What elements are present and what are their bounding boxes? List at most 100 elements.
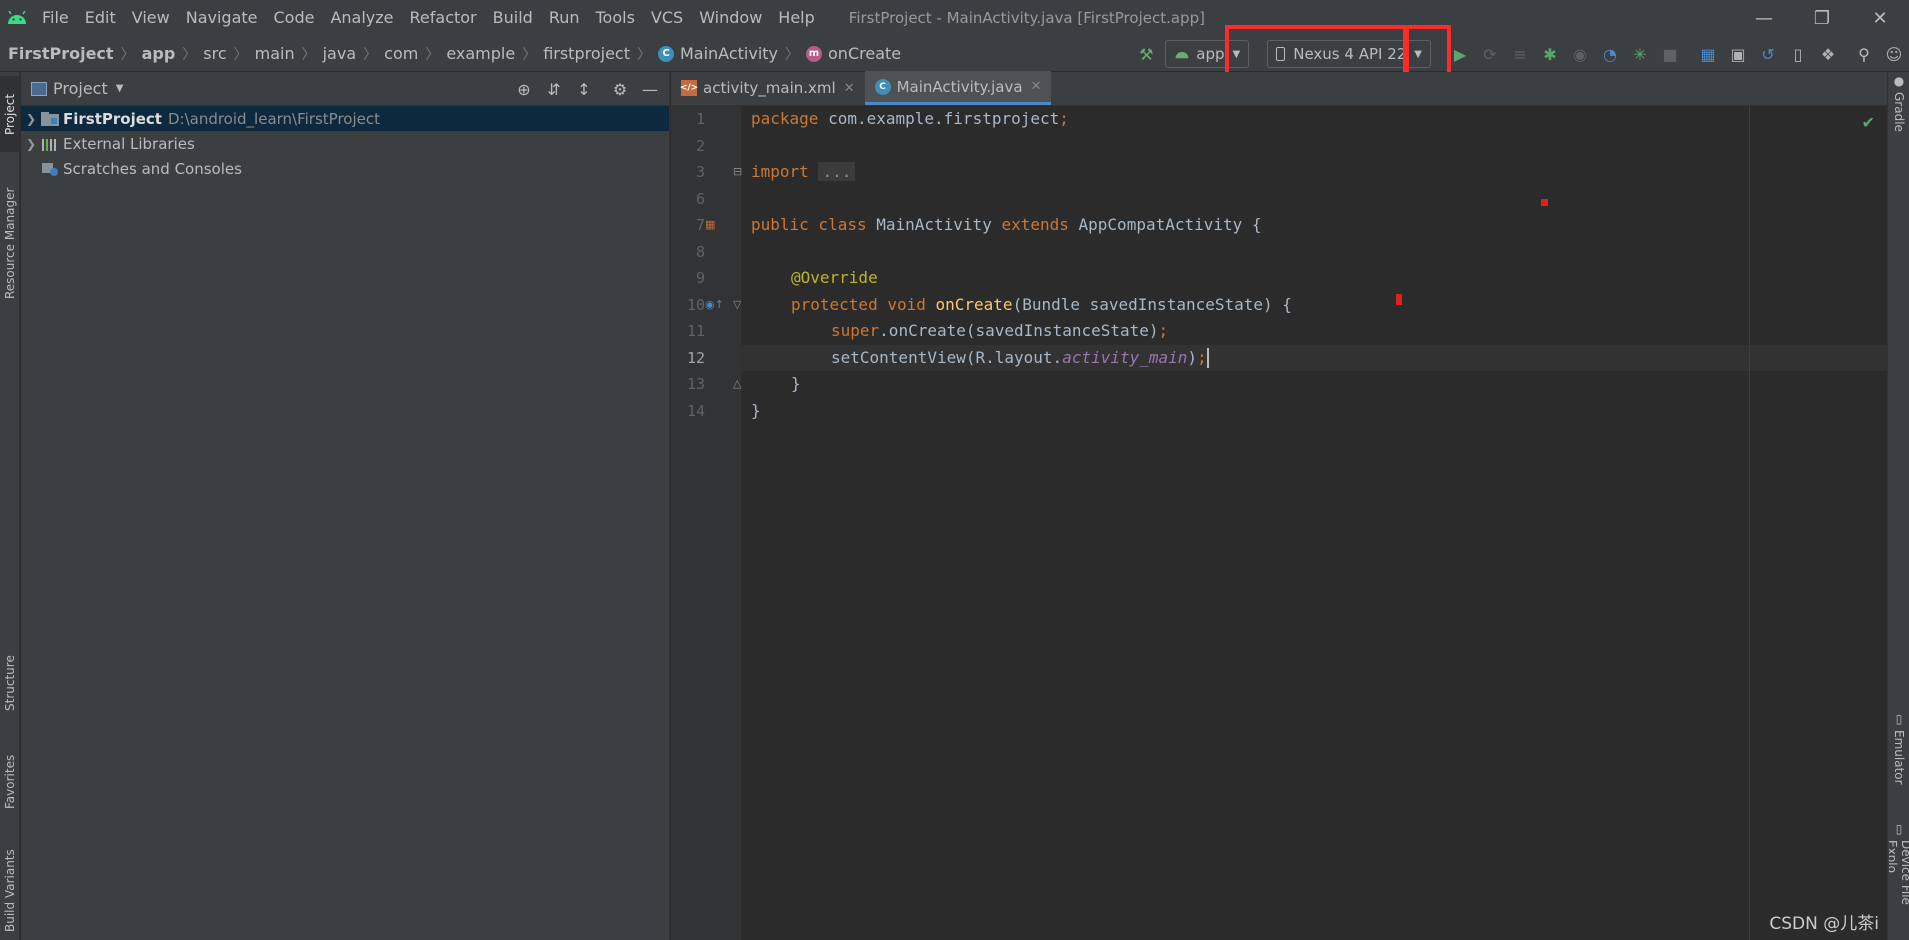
tool-tab-gradle[interactable]: ● Gradle	[1889, 74, 1909, 154]
debug-icon[interactable]: ✱	[1535, 39, 1565, 69]
breadcrumb-firstproject[interactable]: FirstProject	[8, 44, 114, 63]
menu-analyze[interactable]: Analyze	[322, 0, 401, 36]
main-toolbar: ⚒ app ▼ Nexus 4 API 22 ▼ ▶ ⟳ ≡ ✱ ◉ ◔ ✳ ■…	[1131, 36, 1909, 72]
run-button[interactable]: ▶	[1445, 39, 1475, 69]
run-config-label: app	[1196, 45, 1225, 63]
android-icon	[1175, 51, 1189, 59]
tree-item-external-libraries[interactable]: ❯ External Libraries	[21, 131, 669, 156]
tab-label: MainActivity.java	[896, 77, 1023, 96]
tab-activity-main-xml[interactable]: </> activity_main.xml ✕	[671, 71, 865, 105]
tool-tab-project[interactable]: Project	[0, 76, 20, 152]
sdk-manager-icon[interactable]: ❖	[1813, 39, 1843, 69]
breadcrumb-app[interactable]: app	[142, 44, 176, 63]
tool-tab-structure[interactable]: Structure	[0, 642, 20, 724]
breadcrumb-com[interactable]: com	[384, 44, 418, 63]
breadcrumb-java[interactable]: java	[323, 44, 357, 63]
class-icon: C	[657, 45, 674, 62]
project-folder-icon	[41, 111, 59, 126]
tab-label: activity_main.xml	[703, 79, 836, 97]
breadcrumb-oncreate[interactable]: onCreate	[828, 44, 901, 63]
run-config-selector[interactable]: app ▼	[1165, 40, 1250, 68]
line-number: 10	[686, 295, 705, 314]
menu-file[interactable]: File	[34, 0, 77, 36]
breadcrumb-src[interactable]: src	[203, 44, 226, 63]
menu-window[interactable]: Window	[691, 0, 770, 36]
tool-tab-emulator[interactable]: ▯ Emulator	[1889, 712, 1909, 812]
breadcrumb-main[interactable]: main	[255, 44, 295, 63]
phone-device-icon	[1276, 47, 1286, 61]
elephant-icon: ●	[1892, 74, 1906, 88]
error-marker	[1541, 199, 1548, 206]
settings-gear-icon[interactable]: ⚙	[605, 74, 635, 104]
menu-bar: File Edit View Navigate Code Analyze Ref…	[0, 0, 1909, 36]
search-icon[interactable]: ⚲	[1849, 39, 1879, 69]
override-gutter-icon[interactable]: ◉↑	[705, 292, 724, 319]
locate-file-icon[interactable]: ⊕	[509, 74, 539, 104]
menu-tools[interactable]: Tools	[588, 0, 643, 36]
tool-tab-resource-manager[interactable]: Resource Manager	[0, 168, 20, 318]
class-icon: C	[874, 78, 891, 95]
menu-help[interactable]: Help	[770, 0, 822, 36]
chevron-right-icon[interactable]: ❯	[21, 137, 41, 151]
expand-all-icon[interactable]: ⇵	[539, 74, 569, 104]
project-structure-icon[interactable]: ▦	[1693, 39, 1723, 69]
tool-tab-build-variants[interactable]: Build Variants	[0, 842, 20, 940]
tree-item-path: D:\android_learn\FirstProject	[167, 109, 380, 128]
caret-down-icon[interactable]: ▼	[116, 83, 124, 94]
menu-view[interactable]: View	[124, 0, 178, 36]
attach-debugger-icon[interactable]: ◉	[1565, 39, 1595, 69]
apply-changes-restart-icon[interactable]: ⟳	[1475, 39, 1505, 69]
project-panel-title[interactable]: Project	[53, 79, 108, 98]
menu-run[interactable]: Run	[541, 0, 588, 36]
text-cursor	[1206, 348, 1209, 368]
menu-refactor[interactable]: Refactor	[402, 0, 485, 36]
minimize-icon[interactable]: —	[1735, 0, 1793, 36]
menu-code[interactable]: Code	[266, 0, 323, 36]
collapse-all-icon[interactable]: ↕	[569, 74, 599, 104]
line-number: 12	[686, 348, 705, 367]
device-selector[interactable]: Nexus 4 API 22 ▼	[1267, 40, 1431, 68]
emulator-icon: ▯	[1892, 712, 1906, 726]
hide-panel-icon[interactable]: —	[635, 74, 665, 104]
user-avatar-icon[interactable]: ☺	[1879, 39, 1909, 69]
line-number: 14	[686, 401, 705, 420]
folded-imports[interactable]: ...	[818, 162, 856, 181]
menu-edit[interactable]: Edit	[77, 0, 124, 36]
no-problems-check-icon[interactable]: ✔	[1862, 113, 1875, 132]
tab-mainactivity-java[interactable]: C MainActivity.java ✕	[864, 71, 1052, 105]
apply-code-changes-icon[interactable]: ≡	[1505, 39, 1535, 69]
chevron-right-icon[interactable]: ❯	[21, 112, 41, 126]
code-line-1: package com.example.firstproject;	[751, 109, 1069, 128]
xml-file-icon: </>	[680, 80, 698, 96]
tool-tab-device-file-explorer[interactable]: ▯ Device File Explo	[1889, 822, 1909, 940]
breadcrumb-mainactivity[interactable]: MainActivity	[680, 44, 778, 63]
chevron-right-icon: 〉	[301, 46, 316, 63]
tree-item-scratches-and-consoles[interactable]: Scratches and Consoles	[21, 156, 669, 181]
menu-build[interactable]: Build	[485, 0, 541, 36]
code-area[interactable]: package com.example.firstproject; import…	[741, 106, 1887, 940]
build-hammer-icon[interactable]: ⚒	[1131, 39, 1161, 69]
code-line-7: public class MainActivity extends AppCom…	[751, 215, 1262, 234]
line-number: 1	[695, 110, 705, 128]
avd-manager-icon[interactable]: ▣	[1723, 39, 1753, 69]
close-tab-icon[interactable]: ✕	[844, 81, 855, 96]
close-tab-icon[interactable]: ✕	[1031, 79, 1042, 94]
breadcrumb-example[interactable]: example	[446, 44, 515, 63]
restore-icon[interactable]: ❐	[1793, 0, 1851, 36]
attach-debugger-process-icon[interactable]: ✳	[1625, 39, 1655, 69]
profile-icon[interactable]: ◔	[1595, 39, 1625, 69]
close-icon[interactable]: ✕	[1851, 0, 1909, 36]
stop-icon[interactable]: ■	[1655, 39, 1685, 69]
sync-gradle-icon[interactable]: ↺	[1753, 39, 1783, 69]
code-line-12: setContentView(R.layout.activity_main);	[741, 344, 1887, 371]
breadcrumb-firstproject-package[interactable]: firstproject	[543, 44, 630, 63]
project-panel-header: Project ▼ ⊕ ⇵ ↕ ⚙ —	[21, 72, 669, 106]
menu-vcs[interactable]: VCS	[643, 0, 691, 36]
android-activity-gutter-icon[interactable]: ▦	[705, 212, 715, 239]
code-line-13: }	[791, 374, 801, 393]
tool-tab-favorites[interactable]: Favorites	[0, 740, 20, 824]
menu-navigate[interactable]: Navigate	[178, 0, 266, 36]
tree-item-firstproject[interactable]: ❯ FirstProject D:\android_learn\FirstPro…	[21, 106, 669, 131]
line-number: 13	[686, 375, 705, 393]
device-manager-icon[interactable]: ▯	[1783, 39, 1813, 69]
